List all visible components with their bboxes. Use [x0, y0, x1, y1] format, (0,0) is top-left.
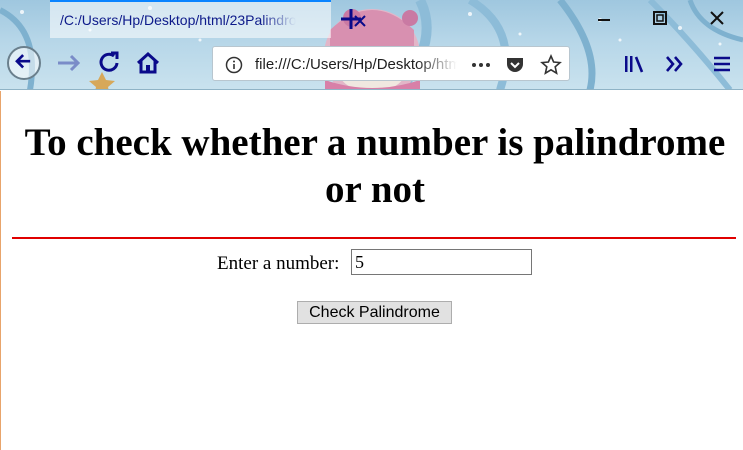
horizontal-rule	[12, 237, 736, 239]
forward-arrow-icon[interactable]	[52, 46, 86, 80]
hamburger-menu-icon[interactable]	[710, 52, 734, 76]
page-title: To check whether a number is palindrome …	[24, 121, 726, 211]
url-bar[interactable]: file:///C:/Users/Hp/Desktop/html/23Palin…	[212, 46, 570, 81]
number-input-label: Enter a number:	[217, 253, 340, 274]
info-icon[interactable]	[225, 56, 243, 74]
reload-icon[interactable]	[93, 46, 127, 80]
more-dots-icon[interactable]	[470, 55, 492, 75]
chevron-double-right-icon[interactable]	[663, 52, 687, 76]
home-icon[interactable]	[131, 46, 165, 80]
number-form-row: Enter a number:	[1, 249, 743, 277]
close-window-icon[interactable]	[697, 4, 737, 32]
plus-icon[interactable]	[338, 6, 364, 32]
library-icon[interactable]	[622, 52, 646, 76]
tab-title: /C:/Users/Hp/Desktop/html/23Palindrome.h…	[60, 12, 296, 28]
browser-chrome: /C:/Users/Hp/Desktop/html/23Palindrome.h…	[0, 0, 743, 90]
page-content: To check whether a number is palindrome …	[0, 91, 743, 450]
url-text[interactable]: file:///C:/Users/Hp/Desktop/html/23Palin…	[255, 56, 457, 73]
back-arrow-icon[interactable]	[7, 46, 41, 80]
pocket-icon[interactable]	[504, 54, 526, 76]
browser-tab[interactable]: /C:/Users/Hp/Desktop/html/23Palindrome.h…	[50, 0, 366, 38]
star-icon[interactable]	[540, 54, 562, 76]
number-input[interactable]	[351, 249, 532, 275]
maximize-icon[interactable]	[640, 4, 680, 32]
check-palindrome-button[interactable]: Check Palindrome	[297, 301, 452, 324]
minimize-icon[interactable]	[584, 4, 624, 32]
